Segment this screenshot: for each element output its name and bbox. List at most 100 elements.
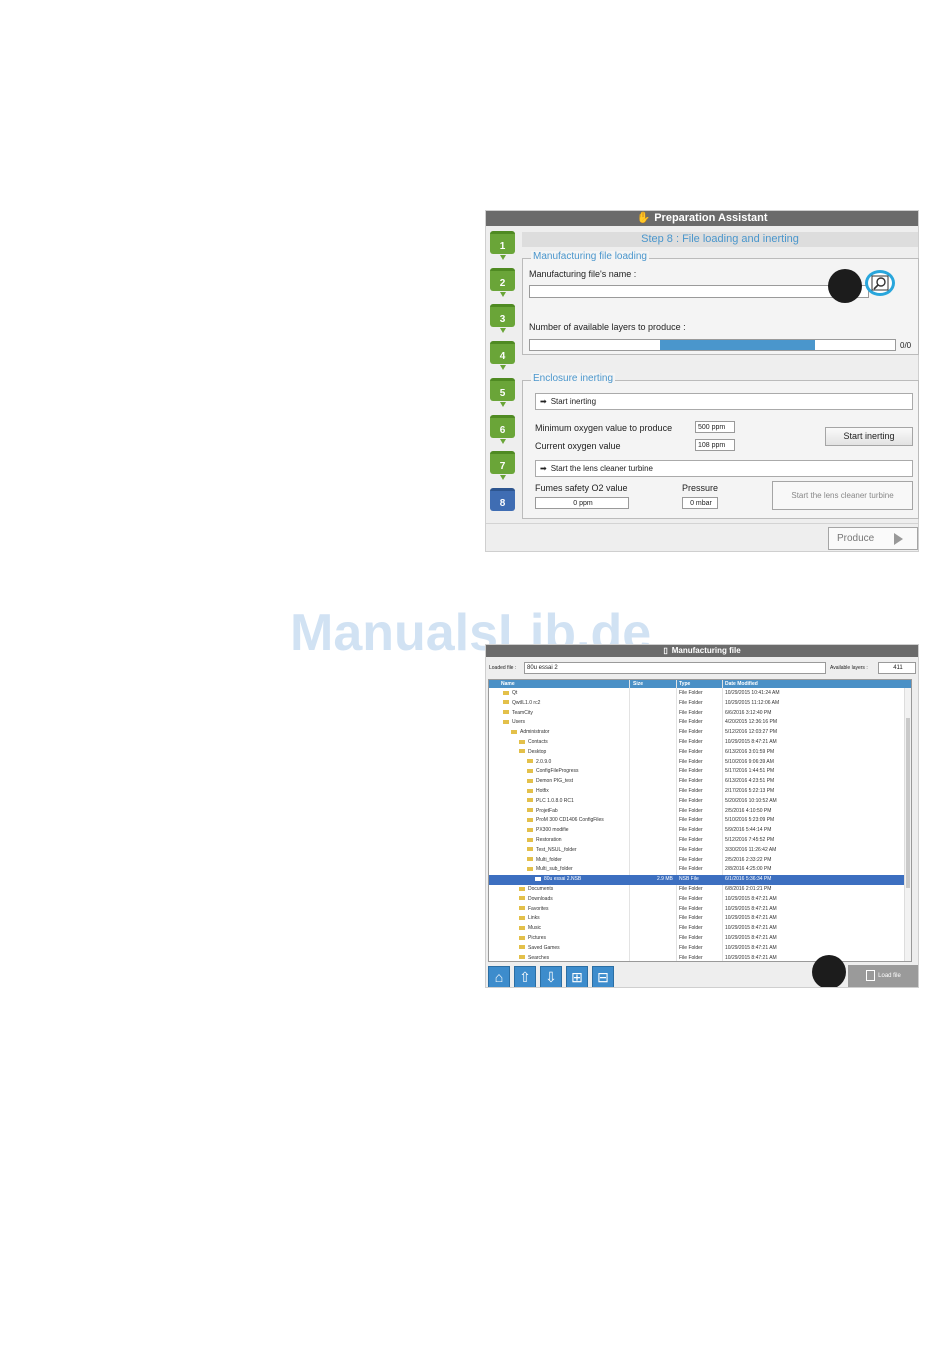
pressure-field: 0 mbar	[682, 497, 718, 509]
table-row[interactable]: Desktop File Folder 6/13/2016 3:01:59 PM	[489, 748, 911, 758]
step-6[interactable]: 6	[490, 414, 515, 438]
table-row[interactable]: Pictures File Folder 10/29/2015 8:47:21 AM	[489, 934, 911, 944]
table-row[interactable]: Restoration File Folder 5/12/2016 7:45:52 …	[489, 836, 911, 846]
callout-marker-2	[812, 955, 846, 987]
row-date: 2/5/2016 4:10:50 PM	[725, 807, 772, 814]
row-name-text: Administrator	[520, 729, 550, 736]
home-drive-button[interactable]: ⌂	[488, 966, 510, 987]
expand-all-button[interactable]: ⊞	[566, 966, 588, 987]
current-oxygen-field: 108 ppm	[695, 439, 735, 451]
upload-button[interactable]: ⇧	[514, 966, 536, 987]
step-3[interactable]: 3	[490, 304, 515, 328]
row-name: Hotfix	[527, 787, 549, 797]
row-type: File Folder	[679, 739, 703, 745]
table-row[interactable]: Downloads File Folder 10/29/2015 8:47:21 A…	[489, 895, 911, 905]
download-button[interactable]: ⇩	[540, 966, 562, 987]
lens-cleaner-header-text: Start the lens cleaner turbine	[550, 464, 653, 473]
row-type: File Folder	[679, 905, 703, 912]
table-row[interactable]: 80u essai 2.NSB 2.9 MB NSB File 6/1/2016 5:…	[489, 875, 911, 885]
step-title: Step 8 : File loading and inerting	[522, 232, 918, 247]
table-row[interactable]: Contacts File Folder 10/29/2015 8:47:21 AM	[489, 738, 911, 748]
produce-button[interactable]: Produce	[828, 527, 918, 550]
row-date: 4/20/2015 12:36:16 PM	[725, 719, 777, 726]
current-oxygen-label: Current oxygen value	[535, 441, 621, 451]
enclosure-inerting-group: Enclosure inerting ➡ Start inerting Minim…	[522, 373, 919, 519]
table-row[interactable]: Qt File Folder 10/29/2015 10:41:24 AM	[489, 689, 911, 699]
collapse-all-button[interactable]: ⊟	[592, 966, 614, 987]
table-row[interactable]: Multi_folder File Folder 2/5/2016 2:33:22 …	[489, 856, 911, 866]
row-date: 5/12/2016 7:45:52 PM	[725, 837, 775, 843]
row-type: File Folder	[679, 817, 703, 824]
row-date: 5/9/2016 5:44:14 PM	[725, 827, 772, 834]
min-oxygen-field[interactable]: 500 ppm	[695, 421, 735, 433]
vertical-scrollbar[interactable]	[904, 688, 911, 961]
table-row[interactable]: Links File Folder 10/29/2015 8:47:21 AM	[489, 914, 911, 924]
row-name: Users	[503, 718, 525, 728]
row-size: 2.9 MB	[657, 876, 673, 883]
column-header-date[interactable]: Date Modified	[725, 680, 758, 688]
row-name-text: Saved Games	[528, 944, 560, 951]
browse-file-button[interactable]	[865, 270, 895, 296]
row-name-text: TeamCity	[512, 709, 533, 716]
row-name: 2.0.9.0	[527, 758, 551, 768]
table-row[interactable]: Favorites File Folder 10/29/2015 8:47:21 A…	[489, 905, 911, 915]
table-row[interactable]: PX300 modifie File Folder 5/9/2016 5:44:14…	[489, 826, 911, 836]
folder-icon	[519, 749, 525, 754]
table-row[interactable]: Users File Folder 4/20/2015 12:36:16 PM	[489, 718, 911, 728]
table-row[interactable]: Test_NSUL_folder File Folder 3/30/2016 11:…	[489, 846, 911, 856]
column-header-size[interactable]: Size	[633, 680, 643, 688]
row-name-text: 80u essai 2.NSB	[544, 876, 582, 883]
min-oxygen-label: Minimum oxygen value to produce	[535, 423, 673, 433]
table-row[interactable]: QwtIL1.0 rc2 File Folder 10/29/2015 11:12:…	[489, 699, 911, 709]
file-name-field[interactable]	[529, 285, 869, 298]
step-1[interactable]: 1	[490, 231, 515, 254]
table-row[interactable]: Searches File Folder 10/29/2015 8:47:21 AM	[489, 954, 911, 961]
table-row[interactable]: ProM 300 CD1406 ConfigFiles File Folder 5/…	[489, 816, 911, 826]
row-name-text: Users	[512, 719, 526, 726]
scrollbar-thumb[interactable]	[906, 718, 910, 888]
table-row[interactable]: 2.0.9.0 File Folder 5/10/2016 9:06:39 AM	[489, 758, 911, 768]
row-name-text: PX300 modifie	[536, 827, 569, 834]
load-file-button[interactable]: Load file	[848, 965, 918, 987]
document-icon	[866, 969, 876, 981]
table-row[interactable]: Documents File Folder 6/8/2016 2:01:21 PM	[489, 885, 911, 895]
step-connector-arrow	[500, 401, 506, 407]
home-drive-icon: ⌂	[494, 969, 504, 985]
table-row[interactable]: Music File Folder 10/29/2015 8:47:21 AM	[489, 924, 911, 934]
row-type: File Folder	[679, 837, 703, 843]
table-row[interactable]: Saved Games File Folder 10/29/2015 8:47:21…	[489, 944, 911, 954]
folder-icon	[519, 945, 525, 950]
step-8[interactable]: 8	[490, 487, 515, 511]
folder-icon	[527, 778, 533, 783]
table-row[interactable]: ProjetFab File Folder 2/5/2016 4:10:50 PM	[489, 807, 911, 817]
row-name: Contacts	[519, 738, 548, 748]
row-name: Demon PIG_test	[527, 777, 573, 787]
table-row[interactable]: Demon PIG_test File Folder 6/13/2016 4:23:…	[489, 777, 911, 787]
file-loading-group: Manufacturing file loading Manufacturing…	[522, 251, 919, 355]
table-row[interactable]: Administrator File Folder 5/12/2016 12:03:…	[489, 728, 911, 738]
row-name-text: ProjetFab	[536, 807, 558, 814]
row-date: 6/13/2016 4:23:51 PM	[725, 778, 775, 785]
row-name-text: Multi_sub_folder	[536, 866, 573, 873]
step-7[interactable]: 7	[490, 451, 515, 475]
step-4[interactable]: 4	[490, 341, 515, 365]
table-row[interactable]: Hotfix File Folder 2/17/2016 5:22:13 PM	[489, 787, 911, 797]
step-2[interactable]: 2	[490, 267, 515, 291]
folder-icon	[511, 729, 517, 734]
table-row[interactable]: PLC 1.0.8.0 RC1 File Folder 5/20/2016 10:1…	[489, 797, 911, 807]
enclosure-inerting-legend: Enclosure inerting	[531, 373, 616, 384]
table-row[interactable]: ConfigFileProgress File Folder 5/17/2016 1…	[489, 767, 911, 777]
start-inerting-button[interactable]: Start inerting	[825, 427, 913, 446]
lens-cleaner-button[interactable]: Start the lens cleaner turbine	[772, 481, 913, 510]
table-row[interactable]: Multi_sub_folder File Folder 2/8/2016 4:25…	[489, 865, 911, 875]
row-name: Searches	[519, 954, 549, 961]
step-5[interactable]: 5	[490, 377, 515, 401]
row-name: Multi_sub_folder	[527, 865, 573, 875]
column-header-name[interactable]: Name	[501, 680, 515, 688]
row-name-text: ProM 300 CD1406 ConfigFiles	[536, 817, 604, 824]
column-header-type[interactable]: Type	[679, 680, 690, 688]
folder-icon	[527, 769, 533, 774]
table-row[interactable]: TeamCity File Folder 6/6/2016 3:12:40 PM	[489, 709, 911, 719]
row-name: Test_NSUL_folder	[527, 846, 577, 856]
row-name: Music	[519, 924, 541, 934]
